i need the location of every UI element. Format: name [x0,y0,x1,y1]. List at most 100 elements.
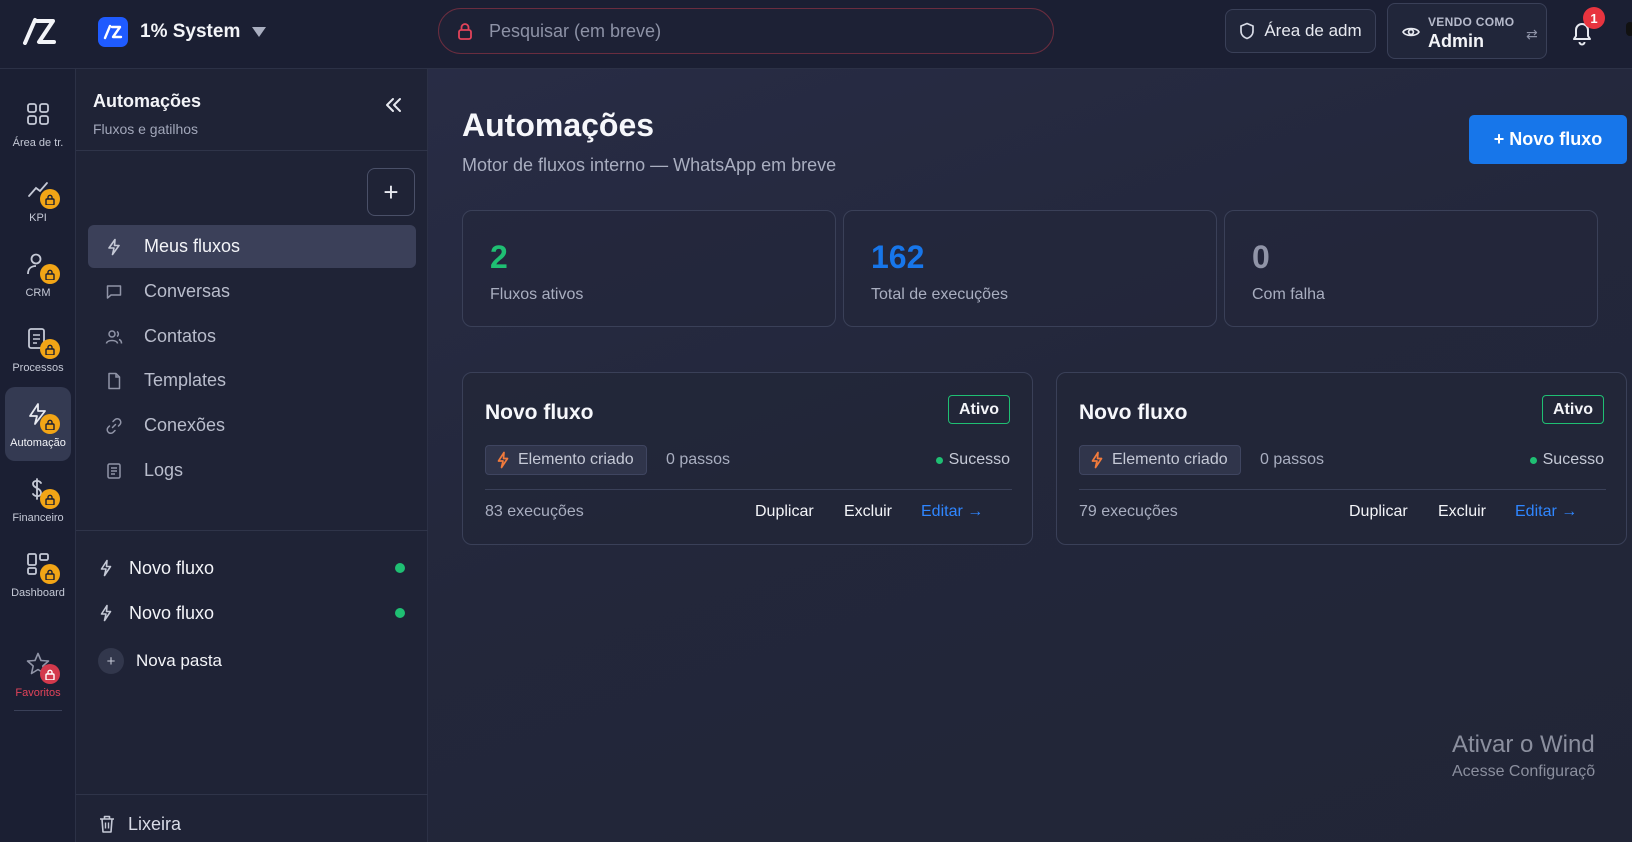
double-chevron-left-icon [386,98,401,112]
flow-name: Novo fluxo [485,401,594,424]
edge-handle [1626,22,1632,36]
rail-item-label: Dashboard [11,587,65,599]
rail-item-finance[interactable]: Financeiro [5,462,71,536]
app-logo[interactable] [22,17,56,45]
edit-button[interactable]: Editar → [921,503,983,521]
rail-item-label: Favoritos [15,687,61,699]
sidebar-item-label: Conexões [144,415,226,435]
lock-icon [40,339,60,359]
duplicate-button[interactable]: Duplicar [755,503,814,521]
last-result: Sucesso [935,451,1010,469]
last-result-label: Sucesso [1542,451,1604,468]
sidebar-item-connections[interactable]: Conexões [88,404,416,447]
trash-button[interactable]: Lixeira [98,811,181,837]
link-icon [105,417,123,435]
divider [76,794,428,795]
stat-label: Fluxos ativos [490,286,584,303]
flow-card[interactable]: Novo fluxo Ativo Elemento criado 0 passo… [462,372,1033,545]
stat-card-active-flows: 2 Fluxos ativos [462,210,836,327]
flow-item-label: Novo fluxo [129,557,215,578]
rail-item-label: CRM [25,287,51,299]
trigger-label: Elemento criado [1112,451,1228,468]
activation-watermark-title: Ativar o Wind [1452,731,1595,758]
lock-icon [457,22,473,40]
sidebar-item-logs[interactable]: Logs [88,449,416,492]
rail-item-favorites[interactable]: Favoritos [5,637,71,711]
rail-item-automation[interactable]: Automação [5,387,71,461]
divider [1079,489,1606,490]
sidebar-title: Automações [93,91,202,111]
trash-label: Lixeira [128,813,182,834]
bolt-icon [98,559,114,577]
bolt-icon [1090,451,1104,469]
rail-item-label: Automação [10,437,66,449]
new-folder-label: Nova pasta [136,651,222,670]
chat-icon [105,283,123,301]
divider [485,489,1012,490]
delete-button[interactable]: Excluir [1438,503,1486,521]
swap-icon: ⇄ [1526,26,1538,42]
sidebar-item-conversations[interactable]: Conversas [88,270,416,313]
sidebar-flow-item[interactable]: Novo fluxo [88,593,416,633]
users-icon [105,328,123,346]
lock-icon [40,189,60,209]
sidebar-item-my-flows[interactable]: Meus fluxos [88,225,416,268]
bolt-icon [98,604,114,622]
trigger-chip: Elemento criado [485,445,647,475]
module-rail: Área de tr. KPI CRM Processos Automação … [0,69,76,842]
rail-item-processes[interactable]: Processos [5,312,71,386]
delete-button[interactable]: Excluir [844,503,892,521]
viewing-as-label: VENDO COMO [1428,15,1515,29]
sidebar-item-contacts[interactable]: Contatos [88,315,416,358]
stat-label: Total de execuções [871,286,1008,303]
stat-value: 2 [490,239,508,275]
status-badge: Ativo [948,395,1010,424]
sidebar-item-label: Templates [144,370,227,390]
lock-icon [40,564,60,584]
success-dot [935,456,943,464]
rail-item-dashboard[interactable]: Dashboard [5,537,71,611]
new-folder-button[interactable]: + Nova pasta [98,647,222,675]
sidebar-flow-item[interactable]: Novo fluxo [88,548,416,588]
new-flow-button[interactable]: + Novo fluxo [1469,115,1627,164]
viewing-as-switcher[interactable]: VENDO COMO Admin ⇄ [1387,3,1547,59]
executions-count: 79 execuções [1079,503,1178,520]
search-input[interactable] [489,20,1009,42]
add-button[interactable]: + [367,168,415,216]
stat-value: 0 [1252,239,1270,275]
last-result: Sucesso [1529,451,1604,469]
edit-button[interactable]: Editar → [1515,503,1577,521]
rail-item-label: Financeiro [12,512,64,524]
sidebar-item-templates[interactable]: Templates [88,359,416,402]
rail-item-label: Área de tr. [12,137,64,149]
flow-item-label: Novo fluxo [129,602,215,623]
divider [76,530,428,531]
workspace-switcher[interactable]: 1% System [98,17,267,47]
bolt-icon [496,451,510,469]
search-box[interactable] [438,8,1054,54]
trigger-label: Elemento criado [518,451,634,468]
duplicate-button[interactable]: Duplicar [1349,503,1408,521]
top-bar: 1% System Área de adm VENDO COMO Admin [0,0,1632,69]
rail-item-kpi[interactable]: KPI [5,162,71,236]
trigger-chip: Elemento criado [1079,445,1241,475]
admin-area-label: Área de adm [1264,21,1362,40]
rail-item-work-area[interactable]: Área de tr. [5,87,71,161]
caret-down-icon [252,27,267,37]
steps-count: 0 passos [666,451,731,468]
trash-icon [98,814,116,834]
viewing-as-value: Admin [1428,31,1484,51]
rail-item-crm[interactable]: CRM [5,237,71,311]
collapse-sidebar-button[interactable] [382,93,406,117]
lock-icon [40,664,60,684]
automation-sidebar: Automações Fluxos e gatilhos + Meus flux… [76,69,428,842]
flow-name: Novo fluxo [1079,401,1188,424]
flow-card[interactable]: Novo fluxo Ativo Elemento criado 0 passo… [1056,372,1627,545]
steps-count: 0 passos [1260,451,1325,468]
notification-count-badge: 1 [1583,7,1605,29]
activation-watermark-subtitle: Acesse Configuraçõ [1452,763,1596,780]
log-icon [105,462,123,480]
last-result-label: Sucesso [948,451,1010,468]
sidebar-item-label: Contatos [144,326,217,346]
admin-area-button[interactable]: Área de adm [1225,9,1376,53]
